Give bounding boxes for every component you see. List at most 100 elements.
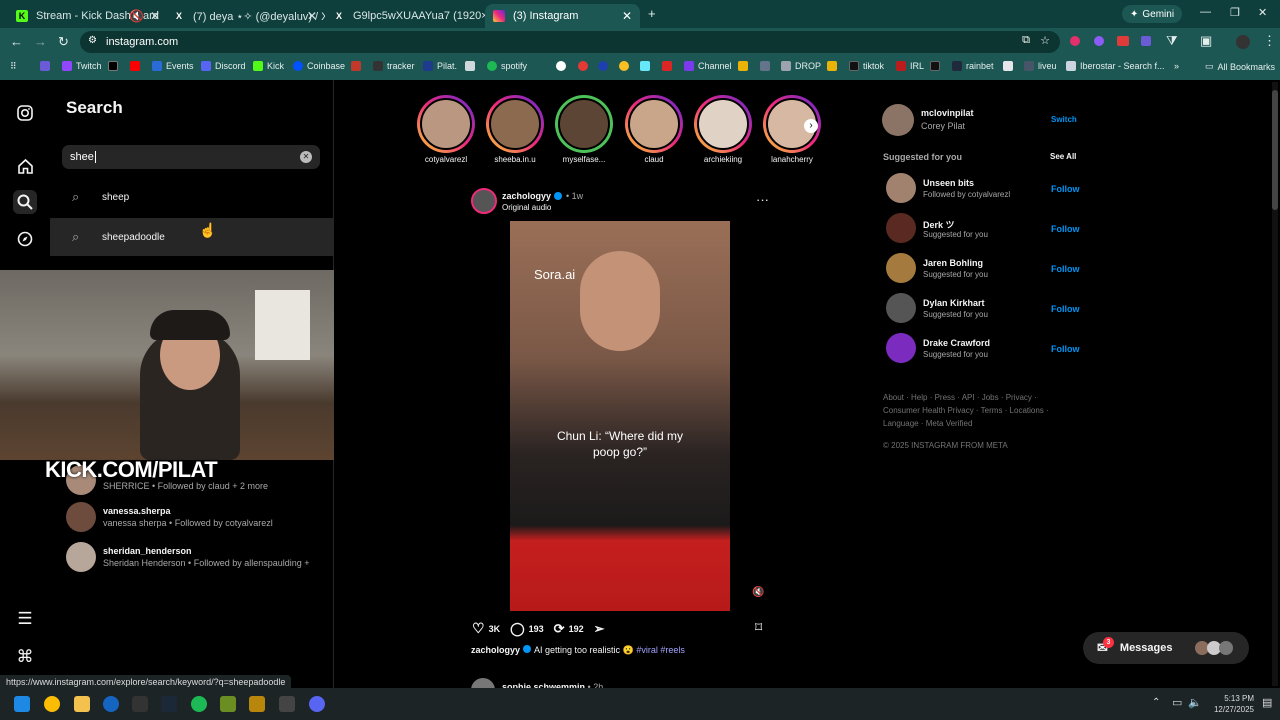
maximize-icon[interactable]: ❐ <box>1230 6 1240 19</box>
new-tab-icon[interactable]: + <box>648 6 656 21</box>
bookmark-item[interactable] <box>351 61 365 71</box>
bookmark-item[interactable] <box>598 61 612 71</box>
install-icon[interactable]: ⧉ <box>1022 34 1030 47</box>
windows-start-icon[interactable] <box>14 696 30 712</box>
clock[interactable]: 5:13 PM 12/27/2025 <box>1208 693 1254 715</box>
apps-icon[interactable]: ⠿ <box>10 61 17 72</box>
app-icon[interactable] <box>132 696 148 712</box>
switch-button[interactable]: Switch <box>1051 115 1077 124</box>
suggested-user-name[interactable]: Drake Crawford <box>923 338 990 348</box>
search-icon[interactable] <box>13 190 37 214</box>
instagram-logo-icon[interactable] <box>13 101 37 125</box>
bookmark-irl[interactable]: IRL <box>896 61 924 71</box>
bookmark-star-icon[interactable]: ☆ <box>1040 34 1050 47</box>
post-options-icon[interactable]: ··· <box>756 192 769 207</box>
app-icon[interactable] <box>279 696 295 712</box>
file-explorer-icon[interactable] <box>74 696 90 712</box>
more-menu-icon[interactable]: ☰ <box>13 607 37 631</box>
notification-icon[interactable]: ▤ <box>1262 696 1272 709</box>
save-icon[interactable]: ⌑ <box>755 619 762 636</box>
search-suggestion[interactable]: ⌕ sheepadoodle <box>50 218 333 256</box>
avatar[interactable] <box>886 213 916 243</box>
back-icon[interactable]: ← <box>10 34 23 49</box>
bookmark-item[interactable] <box>760 61 774 71</box>
extensions-icon[interactable]: ⧩ <box>1166 33 1178 49</box>
bookmark-liveu[interactable]: liveu <box>1024 61 1057 71</box>
bookmark-iberostar[interactable]: Iberostar - Search f... <box>1066 61 1165 71</box>
window-close-icon[interactable]: ✕ <box>1258 6 1267 19</box>
app-icon[interactable] <box>249 696 265 712</box>
bookmark-channel[interactable]: Channel <box>684 61 732 71</box>
search-account-result[interactable]: sheridan_henderson Sheridan Henderson • F… <box>66 538 326 578</box>
bookmark-rainbet[interactable]: rainbet <box>952 61 994 71</box>
close-icon[interactable]: ✕ <box>150 9 160 23</box>
tab-x-image[interactable]: X G9lpc5wXUAAYua7 (1920×1080) <box>325 4 485 28</box>
network-icon[interactable]: ▭ <box>1172 696 1182 709</box>
tray-chevron-icon[interactable]: ⌃ <box>1152 697 1160 708</box>
mute-icon[interactable]: 🔇 <box>129 9 144 23</box>
story-item[interactable]: myselfase... <box>555 95 613 164</box>
bookmark-tiktok[interactable]: tiktok <box>849 61 884 71</box>
site-info-icon[interactable]: ⚙ <box>88 35 97 46</box>
gemini-button[interactable]: ✦ Gemini <box>1122 5 1183 23</box>
bookmark-item[interactable] <box>619 61 633 71</box>
home-icon[interactable] <box>13 154 37 178</box>
twitch-extension-icon[interactable] <box>1141 36 1151 46</box>
search-account-result[interactable]: vanessa.sherpa vanessa sherpa • Followed … <box>66 498 326 538</box>
suggested-user-name[interactable]: Unseen bits <box>923 178 974 188</box>
bookmark-drop[interactable]: DROP <box>781 61 821 71</box>
post-author[interactable]: zachologyy • 1w <box>502 191 583 201</box>
extension-icon[interactable] <box>1070 36 1080 46</box>
volume-icon[interactable]: 🔈 <box>1188 696 1202 709</box>
bookmark-pilat[interactable]: Pilat. <box>423 61 457 71</box>
tab-x-deya[interactable]: X (7) deya ⋆✧ (@deyaluv) / X ✕ <box>165 4 325 28</box>
bookmark-item[interactable] <box>738 61 752 71</box>
avatar[interactable] <box>886 253 916 283</box>
bookmark-item[interactable] <box>465 61 479 71</box>
follow-button[interactable]: Follow <box>1051 344 1080 354</box>
avatar[interactable] <box>886 293 916 323</box>
bookmark-twitch[interactable]: Twitch <box>62 61 102 71</box>
scrollbar[interactable] <box>1272 82 1278 686</box>
mute-icon[interactable]: 🔇 <box>752 587 764 598</box>
explore-icon[interactable] <box>13 227 37 251</box>
steam-icon[interactable] <box>161 696 177 712</box>
close-icon[interactable]: ✕ <box>307 9 317 23</box>
bookmark-item[interactable] <box>662 61 676 71</box>
bookmark-coinbase[interactable]: Coinbase <box>293 61 345 71</box>
bookmark-item[interactable] <box>930 61 944 71</box>
bookmark-spotify[interactable]: spotify <box>487 61 527 71</box>
close-icon[interactable]: ✕ <box>622 9 632 23</box>
bookmark-x[interactable] <box>108 61 122 71</box>
post-audio[interactable]: Original audio <box>502 203 551 212</box>
story-item[interactable]: sheeba.in.u <box>486 95 544 164</box>
avatar[interactable] <box>886 333 916 363</box>
discord-icon[interactable] <box>309 696 325 712</box>
spotify-icon[interactable] <box>191 696 207 712</box>
search-suggestion[interactable]: ⌕ sheep <box>50 178 333 216</box>
threads-icon[interactable]: ⌘ <box>13 645 37 669</box>
clear-search-icon[interactable]: ✕ <box>300 151 312 163</box>
bookmark-item[interactable] <box>827 61 841 71</box>
bookmark-item[interactable] <box>640 61 654 71</box>
profile-avatar[interactable] <box>1236 35 1250 49</box>
bookmark-events[interactable]: Events <box>152 61 194 71</box>
follow-button[interactable]: Follow <box>1051 184 1080 194</box>
story-item[interactable]: archiekiing <box>694 95 752 164</box>
reload-icon[interactable]: ↻ <box>58 34 69 50</box>
search-input[interactable]: shee ✕ <box>62 145 320 169</box>
post-author-avatar[interactable] <box>471 188 497 214</box>
like-icon[interactable]: ♡ <box>472 620 485 637</box>
bookmark-item[interactable] <box>578 61 592 71</box>
messages-button[interactable]: ✉ 3 Messages <box>1083 632 1249 664</box>
post-video[interactable]: Sora.ai Chun Li: “Where did my poop go?”… <box>464 221 776 611</box>
minecraft-icon[interactable] <box>220 696 236 712</box>
follow-button[interactable]: Follow <box>1051 304 1080 314</box>
bookmark-item[interactable] <box>40 61 54 71</box>
tab-kick[interactable]: K Stream - Kick Dashboard 🔇 ✕ <box>8 4 168 28</box>
stories-next-icon[interactable]: › <box>804 119 818 133</box>
story-item[interactable]: cotyalvarezl <box>417 95 475 164</box>
story-item[interactable]: claud <box>625 95 683 164</box>
suggested-user-name[interactable]: Dylan Kirkhart <box>923 298 985 308</box>
repost-icon[interactable]: ⟳ <box>554 621 565 637</box>
